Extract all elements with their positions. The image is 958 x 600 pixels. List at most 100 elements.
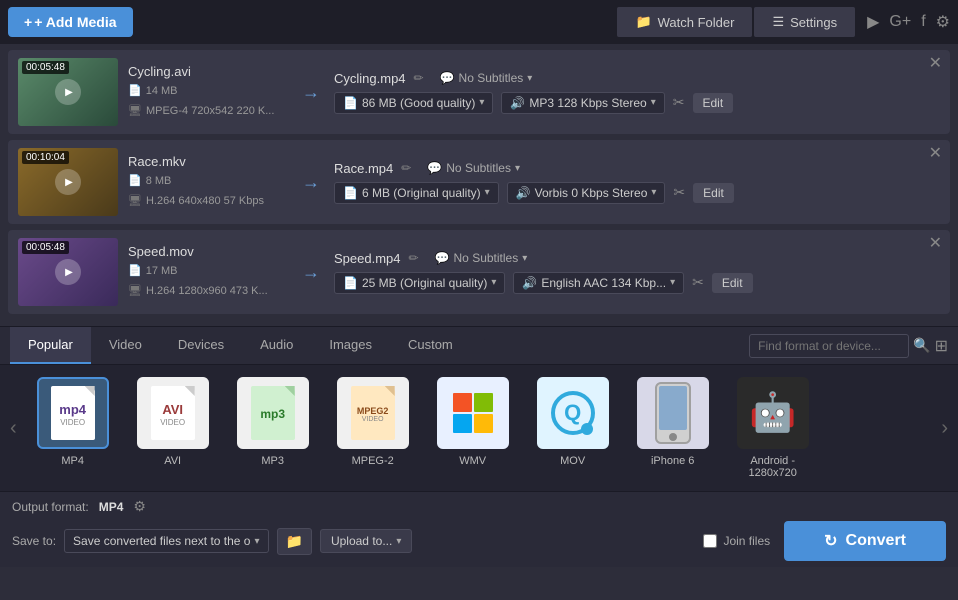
scissors-icon[interactable]: ✂ bbox=[673, 184, 685, 201]
format-item-wmv[interactable]: WMV bbox=[427, 377, 519, 479]
output-format-label: Output format: bbox=[12, 500, 89, 514]
file-metadata: 📄8 MB 🖥H.264 640x480 57 Kbps bbox=[128, 173, 288, 210]
save-path-text: Save converted files next to the o bbox=[73, 534, 250, 548]
media-item: 00:05:48 Cycling.avi 📄14 MB 🖥MPEG-4 720x… bbox=[8, 50, 950, 134]
scissors-icon[interactable]: ✂ bbox=[692, 274, 704, 291]
format-item-android[interactable]: 🤖 Android - 1280x720 bbox=[727, 377, 819, 479]
tab-popular[interactable]: Popular bbox=[10, 327, 91, 364]
settings-label: Settings bbox=[790, 15, 837, 30]
watch-folder-label: Watch Folder bbox=[658, 15, 735, 30]
thumbnail: 00:05:48 bbox=[18, 238, 118, 306]
format-item-avi[interactable]: AVI VIDEO AVI bbox=[127, 377, 219, 479]
remove-item-button[interactable]: ✕ bbox=[929, 236, 942, 252]
nav-next-button[interactable]: › bbox=[935, 378, 954, 478]
scan-icon[interactable]: ⊞ bbox=[935, 336, 948, 356]
monitor-icon: 🖥 bbox=[128, 103, 142, 121]
output-info: Speed.mp4 ✏ 💬 No Subtitles ▾ 📄 25 MB (Or… bbox=[334, 251, 940, 294]
file-icon-sm2: 📄 bbox=[343, 186, 358, 200]
gear-icon[interactable]: ⚙ bbox=[936, 12, 950, 32]
audio-select[interactable]: 🔊 Vorbis 0 Kbps Stereo ▾ bbox=[507, 182, 666, 204]
arrow-icon: → bbox=[302, 262, 320, 283]
file-icon-sm2: 📄 bbox=[343, 276, 358, 290]
settings-icon: ☰ bbox=[772, 14, 784, 30]
format-label-mpeg2: MPEG-2 bbox=[352, 455, 394, 467]
tab-video[interactable]: Video bbox=[91, 327, 160, 364]
save-path-button[interactable]: Save converted files next to the o ▾ bbox=[64, 529, 268, 553]
play-button[interactable] bbox=[55, 79, 81, 105]
file-metadata: 📄17 MB 🖥H.264 1280x960 473 K... bbox=[128, 263, 288, 300]
subtitle-button[interactable]: 💬 No Subtitles ▾ bbox=[427, 161, 520, 175]
edit-filename-icon[interactable]: ✏ bbox=[414, 71, 424, 85]
format-item-mpeg2[interactable]: MPEG2 VIDEO MPEG-2 bbox=[327, 377, 419, 479]
join-files-label: Join files bbox=[703, 534, 770, 548]
input-filename: Race.mkv bbox=[128, 154, 288, 169]
thumbnail: 00:10:04 bbox=[18, 148, 118, 216]
youtube-icon[interactable]: ▶ bbox=[867, 12, 879, 32]
quality-select[interactable]: 📄 86 MB (Good quality) ▾ bbox=[334, 92, 493, 114]
tab-images[interactable]: Images bbox=[311, 327, 390, 364]
edit-filename-icon[interactable]: ✏ bbox=[401, 161, 411, 175]
watch-folder-icon: 📁 bbox=[635, 14, 651, 30]
search-icon[interactable]: 🔍 bbox=[913, 337, 930, 354]
media-item: 00:05:48 Speed.mov 📄17 MB 🖥H.264 1280x96… bbox=[8, 230, 950, 314]
browse-folder-button[interactable]: 📁 bbox=[277, 528, 312, 555]
convert-button[interactable]: ↻ Convert bbox=[784, 521, 946, 561]
edit-button[interactable]: Edit bbox=[693, 93, 734, 113]
format-label-iphone6: iPhone 6 bbox=[651, 455, 694, 467]
settings-button[interactable]: ☰ Settings bbox=[754, 7, 855, 37]
scissors-icon[interactable]: ✂ bbox=[673, 94, 685, 111]
format-icon-wmv bbox=[437, 377, 509, 449]
format-settings-icon[interactable]: ⚙ bbox=[133, 498, 146, 515]
file-icon-sm: 📄 bbox=[128, 83, 142, 101]
audio-select[interactable]: 🔊 MP3 128 Kbps Stereo ▾ bbox=[501, 92, 664, 114]
nav-prev-button[interactable]: ‹ bbox=[4, 378, 23, 478]
format-icon-mpeg2: MPEG2 VIDEO bbox=[337, 377, 409, 449]
thumbnail: 00:05:48 bbox=[18, 58, 118, 126]
duration-badge: 00:05:48 bbox=[22, 61, 69, 74]
audio-select[interactable]: 🔊 English AAC 134 Kbp... ▾ bbox=[513, 272, 684, 294]
join-files-checkbox[interactable] bbox=[703, 534, 717, 548]
header-center-buttons: 📁 Watch Folder ☰ Settings bbox=[617, 7, 855, 37]
subtitle-icon: 💬 bbox=[427, 161, 442, 175]
quality-select[interactable]: 📄 25 MB (Original quality) ▾ bbox=[334, 272, 505, 294]
facebook-icon[interactable]: f bbox=[921, 13, 925, 31]
subtitle-icon: 💬 bbox=[435, 251, 450, 265]
tab-custom[interactable]: Custom bbox=[390, 327, 471, 364]
duration-badge: 00:10:04 bbox=[22, 151, 69, 164]
play-button[interactable] bbox=[55, 259, 81, 285]
output-info: Race.mp4 ✏ 💬 No Subtitles ▾ 📄 6 MB (Orig… bbox=[334, 161, 940, 204]
watch-folder-button[interactable]: 📁 Watch Folder bbox=[617, 7, 752, 37]
upload-button[interactable]: Upload to... ▾ bbox=[320, 529, 412, 553]
format-item-mov[interactable]: Q MOV bbox=[527, 377, 619, 479]
tab-devices[interactable]: Devices bbox=[160, 327, 242, 364]
format-item-mp4[interactable]: mp4 VIDEO MP4 bbox=[27, 377, 119, 479]
edit-button[interactable]: Edit bbox=[712, 273, 753, 293]
edit-button[interactable]: Edit bbox=[693, 183, 734, 203]
add-media-button[interactable]: + + Add Media bbox=[8, 7, 133, 37]
quality-select[interactable]: 📄 6 MB (Original quality) ▾ bbox=[334, 182, 499, 204]
remove-item-button[interactable]: ✕ bbox=[929, 56, 942, 72]
format-item-iphone6[interactable]: iPhone 6 bbox=[627, 377, 719, 479]
format-search-input[interactable] bbox=[749, 334, 909, 358]
format-item-mp3[interactable]: mp3 MP3 bbox=[227, 377, 319, 479]
android-icon: 🤖 bbox=[749, 391, 796, 435]
tab-audio[interactable]: Audio bbox=[242, 327, 311, 364]
subtitle-button[interactable]: 💬 No Subtitles ▾ bbox=[435, 251, 528, 265]
bottom-bar: Output format: MP4 ⚙ Save to: Save conve… bbox=[0, 491, 958, 567]
format-search: 🔍 ⊞ bbox=[749, 334, 948, 358]
audio-icon: 🔊 bbox=[516, 186, 531, 200]
quicktime-icon: Q bbox=[551, 391, 595, 435]
right-actions: Join files ↻ Convert bbox=[703, 521, 946, 561]
subtitle-button[interactable]: 💬 No Subtitles ▾ bbox=[440, 71, 533, 85]
edit-filename-icon[interactable]: ✏ bbox=[409, 251, 419, 265]
audio-icon: 🔊 bbox=[522, 276, 537, 290]
play-button[interactable] bbox=[55, 169, 81, 195]
format-grid: mp4 VIDEO MP4 AVI VIDEO bbox=[23, 365, 936, 491]
format-icon-mp3: mp3 bbox=[237, 377, 309, 449]
input-file-info: Race.mkv 📄8 MB 🖥H.264 640x480 57 Kbps bbox=[128, 154, 288, 210]
format-grid-wrap: ‹ mp4 VIDEO MP4 bbox=[0, 365, 958, 491]
social-icons: ▶ G+ f ⚙ bbox=[867, 12, 950, 32]
google-plus-icon[interactable]: G+ bbox=[889, 13, 911, 31]
audio-icon: 🔊 bbox=[510, 96, 525, 110]
remove-item-button[interactable]: ✕ bbox=[929, 146, 942, 162]
